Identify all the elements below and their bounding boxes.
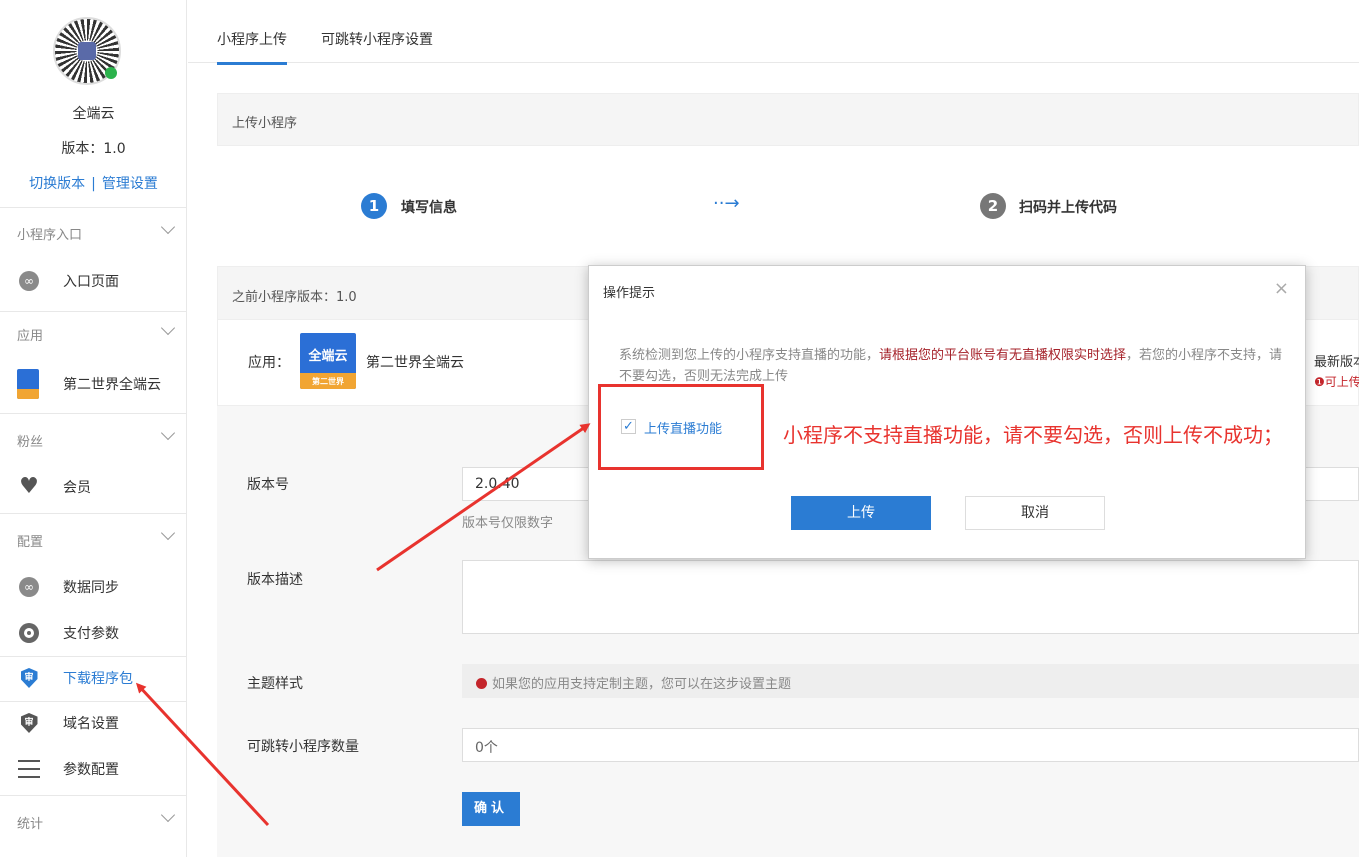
close-icon[interactable]: × bbox=[1274, 280, 1289, 298]
link-icon: ∞ bbox=[18, 576, 40, 598]
modal-message: 系统检测到您上传的小程序支持直播的功能，请根据您的平台账号有无直播权限实时选择，… bbox=[619, 345, 1283, 387]
sidebar-item-label: 域名设置 bbox=[63, 716, 119, 732]
list-icon bbox=[18, 758, 40, 780]
sidebar-item-label: 会员 bbox=[63, 480, 91, 496]
chevron-down-icon[interactable] bbox=[160, 219, 176, 235]
divider bbox=[0, 513, 187, 514]
cancel-button[interactable]: 取消 bbox=[965, 496, 1105, 530]
sidebar-item-download-pkg[interactable]: 审 下载程序包 bbox=[0, 658, 187, 698]
divider bbox=[0, 701, 187, 702]
divider bbox=[0, 656, 187, 657]
tab-bar: 小程序上传 可跳转小程序设置 bbox=[188, 0, 1359, 65]
chevron-down-icon[interactable] bbox=[160, 807, 176, 823]
group-config[interactable]: 配置 bbox=[17, 531, 43, 550]
qr-code bbox=[53, 17, 121, 85]
app-links: 切换版本 | 管理设置 bbox=[0, 173, 187, 193]
sidebar-item-entry-page[interactable]: ∞ 入口页面 bbox=[0, 261, 187, 301]
sidebar-item-member[interactable]: ♥ 会员 bbox=[0, 467, 187, 507]
msg-pre: 系统检测到您上传的小程序支持直播的功能， bbox=[619, 348, 880, 363]
divider bbox=[0, 207, 187, 208]
link-separator: | bbox=[91, 176, 96, 192]
sidebar-item-param-config[interactable]: 参数配置 bbox=[0, 749, 187, 789]
live-feature-label[interactable]: 上传直播功能 bbox=[644, 418, 722, 437]
manage-settings-link[interactable]: 管理设置 bbox=[102, 176, 158, 192]
divider bbox=[0, 413, 187, 414]
annotation-text: 小程序不支持直播功能，请不要勾选，否则上传不成功； bbox=[783, 423, 1283, 447]
modal-title: 操作提示 bbox=[603, 286, 656, 301]
divider bbox=[0, 795, 187, 796]
app-logo: 全端云 第二世界 bbox=[300, 333, 356, 389]
desc-label: 版本描述 bbox=[247, 572, 303, 588]
desc-textarea[interactable] bbox=[462, 560, 1359, 634]
operation-tip-modal: 操作提示 × 系统检测到您上传的小程序支持直播的功能，请根据您的平台账号有无直播… bbox=[588, 265, 1306, 559]
sidebar-item-label: 入口页面 bbox=[63, 274, 119, 290]
sidebar-item-label: 下载程序包 bbox=[63, 671, 133, 687]
jump-count-label: 可跳转小程序数量 bbox=[247, 739, 359, 755]
heart-icon: ♥ bbox=[19, 474, 39, 499]
steps: 1 填写信息 ··→ 2 扫码并上传代码 bbox=[217, 180, 1359, 232]
alert-icon bbox=[476, 678, 487, 689]
app-name: 第二世界全端云 bbox=[366, 355, 464, 371]
chevron-down-icon[interactable] bbox=[160, 525, 176, 541]
confirm-button[interactable]: 确认 bbox=[462, 792, 520, 826]
sidebar-item-data-sync[interactable]: ∞ 数据同步 bbox=[0, 567, 187, 607]
tab-jump-settings[interactable]: 可跳转小程序设置 bbox=[321, 29, 433, 49]
switch-version-link[interactable]: 切换版本 bbox=[29, 176, 85, 192]
msg-emphasis: 请根据您的平台账号有无直播权限实时选择 bbox=[879, 348, 1127, 363]
version-label: 版本号 bbox=[247, 477, 289, 493]
step-1-label: 填写信息 bbox=[401, 200, 457, 216]
step-1-badge: 1 bbox=[361, 193, 387, 219]
app-logo-sub: 第二世界 bbox=[312, 377, 344, 386]
link-icon: ∞ bbox=[18, 270, 40, 292]
latest-version: 最新版本 bbox=[1314, 355, 1359, 370]
shield-icon: 审 bbox=[18, 667, 40, 689]
jump-count-input[interactable]: 0个 bbox=[462, 728, 1359, 762]
divider bbox=[0, 311, 187, 312]
theme-label: 主题样式 bbox=[247, 676, 303, 692]
theme-info-text: 如果您的应用支持定制主题，您可以在这步设置主题 bbox=[492, 677, 792, 692]
sidebar-item-label: 数据同步 bbox=[63, 580, 119, 596]
tab-upload[interactable]: 小程序上传 bbox=[217, 29, 287, 65]
sidebar-item-label: 支付参数 bbox=[63, 626, 119, 642]
gear-icon bbox=[18, 622, 40, 644]
group-stats[interactable]: 统计 bbox=[17, 813, 43, 832]
group-apps[interactable]: 应用 bbox=[17, 325, 43, 344]
app-version: 版本：1.0 bbox=[61, 141, 126, 157]
step-2-label: 扫码并上传代码 bbox=[1019, 200, 1117, 216]
app-thumbnail-icon bbox=[17, 369, 39, 399]
app-label: 应用： bbox=[248, 355, 290, 371]
shield-icon: 审 bbox=[18, 712, 40, 734]
chevron-down-icon[interactable] bbox=[160, 425, 176, 441]
group-entry[interactable]: 小程序入口 bbox=[17, 224, 82, 243]
upload-button[interactable]: 上传 bbox=[791, 496, 931, 530]
panel-title: 上传小程序 bbox=[217, 93, 1359, 146]
wechat-badge-icon bbox=[105, 67, 117, 79]
app-name: 全端云 bbox=[72, 106, 115, 122]
arrow-right-icon: ··→ bbox=[713, 193, 740, 214]
sidebar-item-pay-params[interactable]: 支付参数 bbox=[0, 613, 187, 653]
chevron-down-icon[interactable] bbox=[160, 320, 176, 336]
sidebar: 全端云 版本：1.0 切换版本 | 管理设置 小程序入口 ∞ 入口页面 应用 第二世… bbox=[0, 0, 187, 857]
sidebar-item-domain-settings[interactable]: 审 域名设置 bbox=[0, 703, 187, 743]
app-logo-text: 全端云 bbox=[308, 349, 348, 364]
live-feature-checkbox[interactable]: ✓ bbox=[621, 419, 636, 434]
sidebar-item-app[interactable]: 第二世界全端云 bbox=[0, 364, 187, 404]
sidebar-item-label: 第二世界全端云 bbox=[63, 377, 161, 393]
version-hint: 版本号仅限数字 bbox=[462, 516, 554, 531]
sidebar-item-label: 参数配置 bbox=[63, 762, 119, 778]
step-2-badge: 2 bbox=[980, 193, 1006, 219]
upload-note: ❶可上传 bbox=[1314, 375, 1359, 389]
group-fans[interactable]: 粉丝 bbox=[17, 431, 43, 450]
theme-info: 如果您的应用支持定制主题，您可以在这步设置主题 bbox=[462, 664, 1359, 698]
